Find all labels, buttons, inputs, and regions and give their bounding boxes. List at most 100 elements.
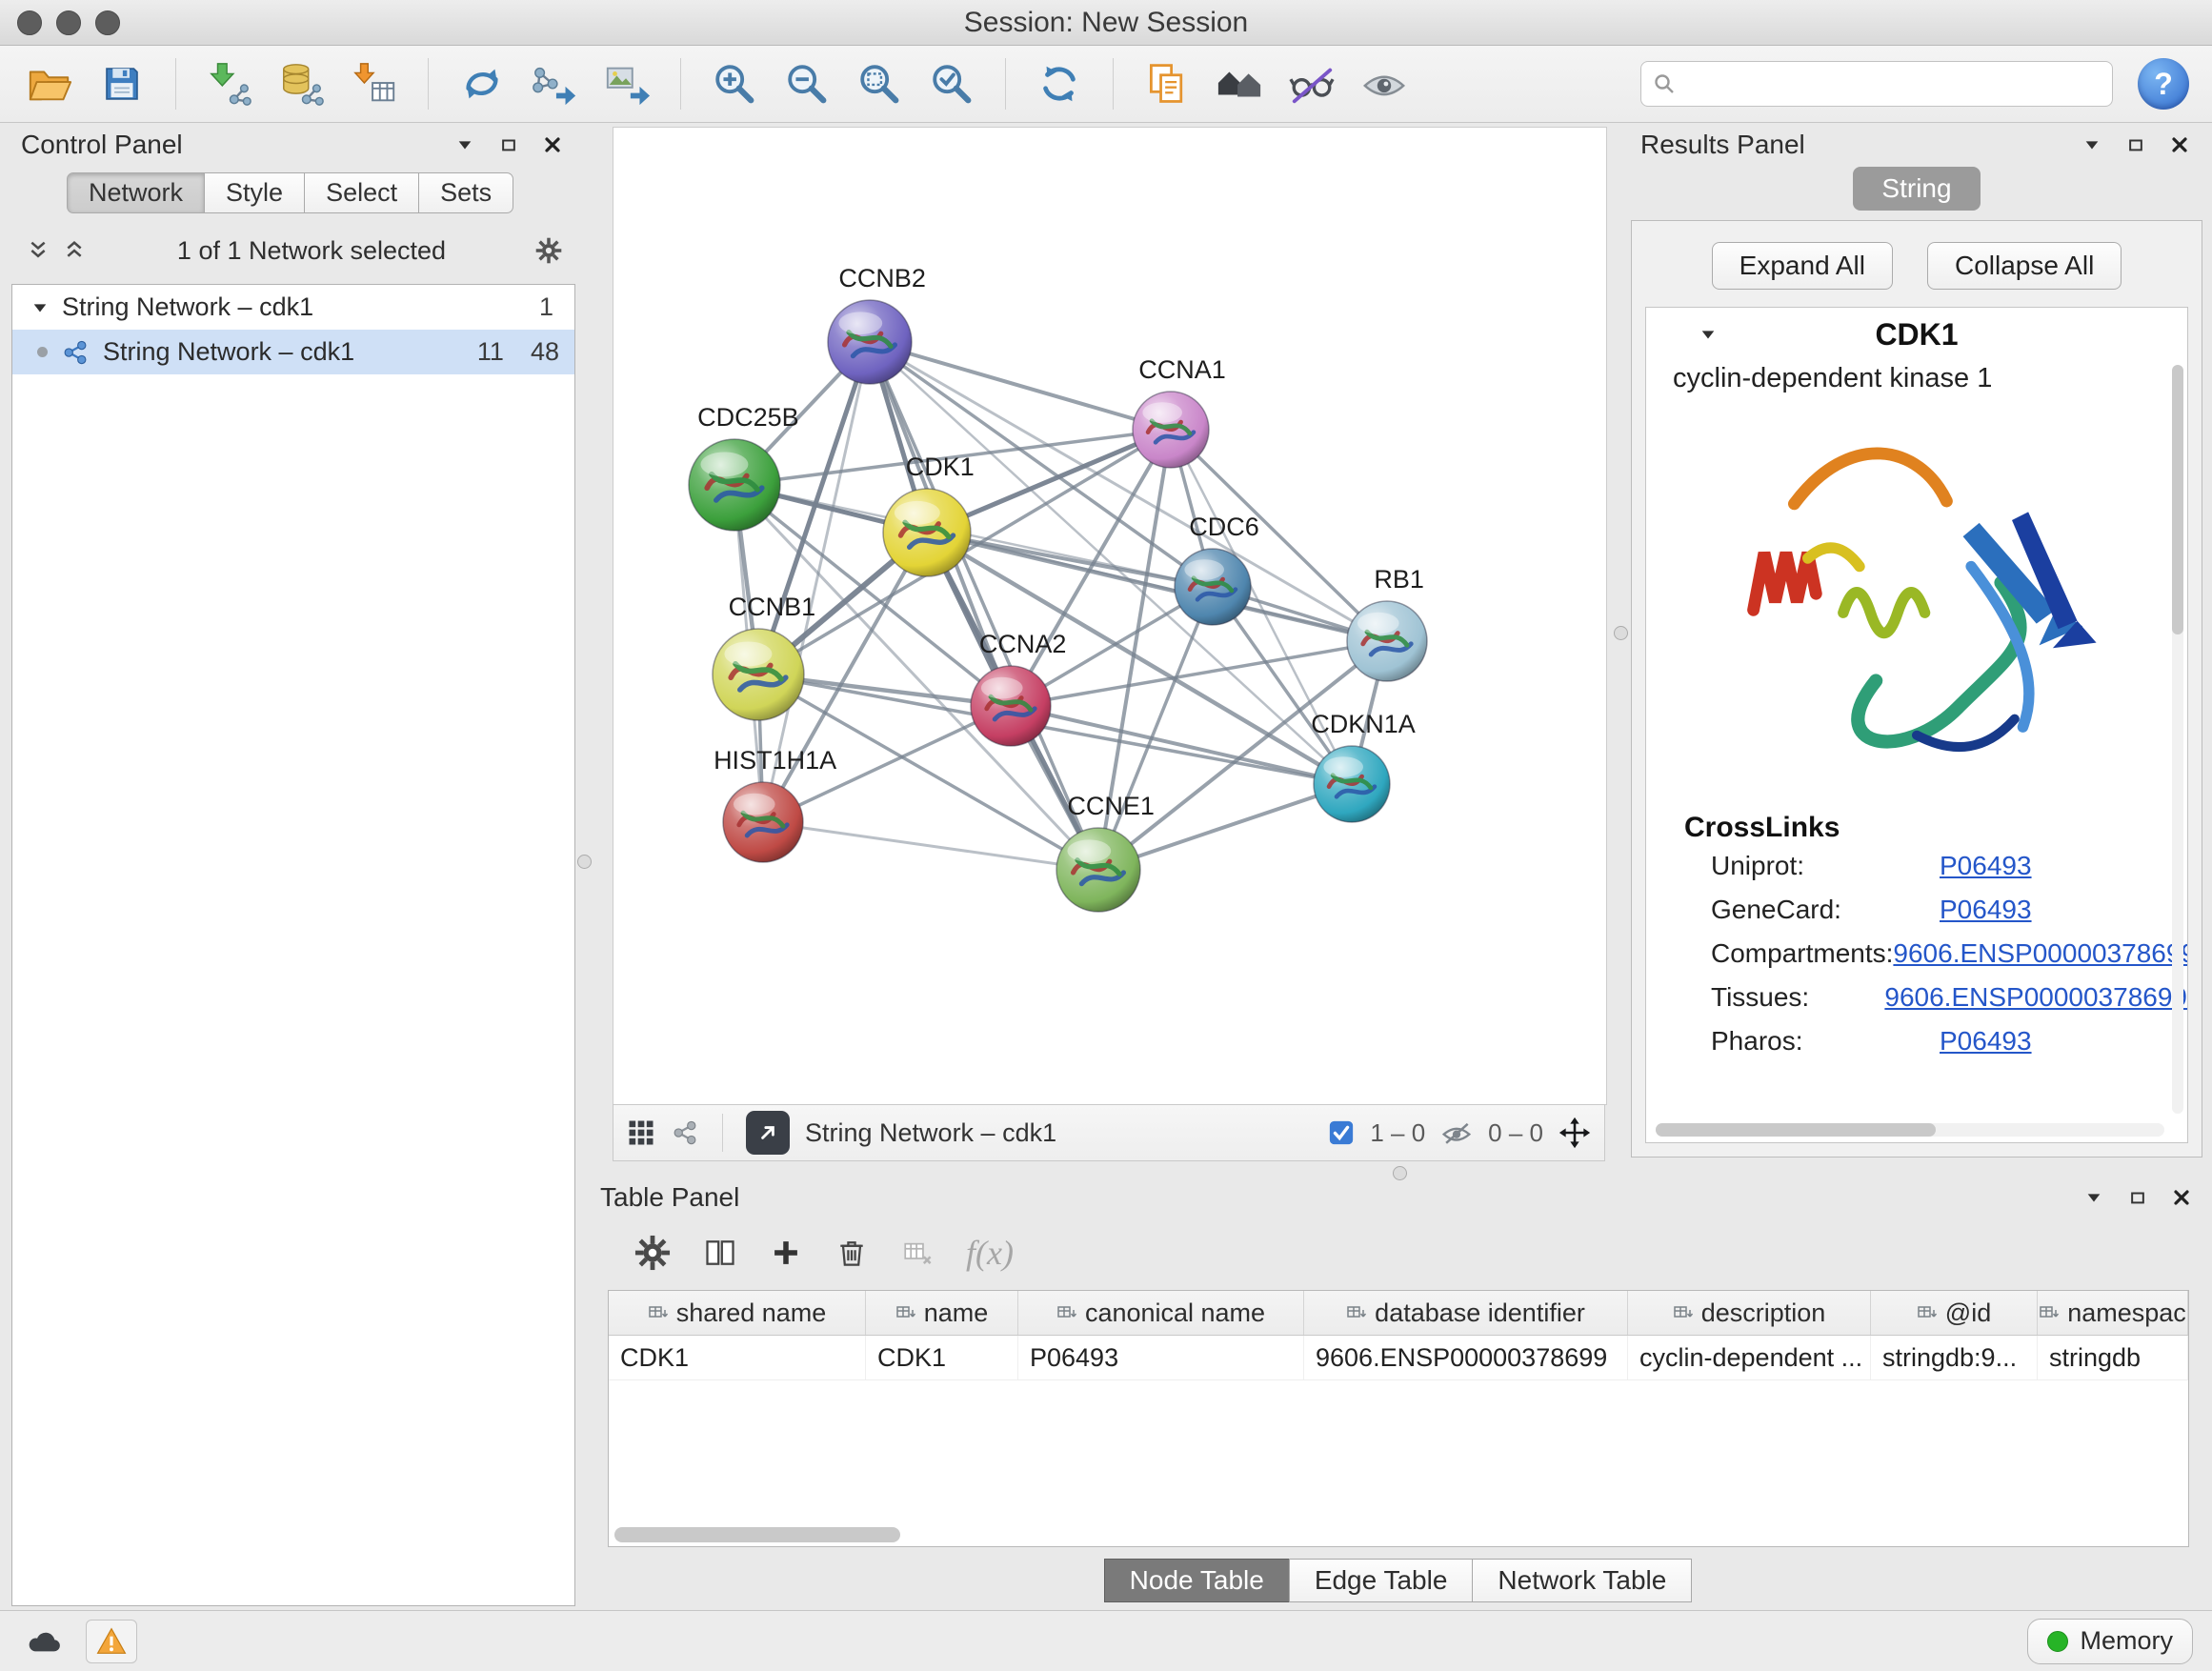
zoom-in-button[interactable] — [708, 57, 761, 111]
tab-node-table[interactable]: Node Table — [1104, 1559, 1290, 1602]
refresh-view-button[interactable] — [1033, 57, 1086, 111]
split-panel-button[interactable] — [703, 1236, 737, 1270]
splitter-handle-left[interactable] — [577, 855, 592, 869]
results-menu-icon[interactable] — [2079, 131, 2105, 158]
network-collection-row[interactable]: String Network – cdk1 1 — [12, 285, 574, 330]
results-float-icon[interactable] — [2122, 131, 2149, 158]
table-cell: cyclin-dependent ... — [1628, 1336, 1871, 1379]
panel-menu-icon[interactable] — [452, 131, 478, 158]
delete-entry-button[interactable] — [835, 1236, 869, 1270]
protein-disclosure-icon[interactable] — [1699, 326, 1717, 343]
crosslink-value-link[interactable]: 9606.ENSP00000378699 — [1893, 938, 2188, 969]
column-header-shared-name[interactable]: shared name — [609, 1291, 866, 1335]
warnings-button[interactable] — [86, 1620, 137, 1663]
collection-count: 1 — [539, 292, 553, 322]
network-canvas[interactable]: CCNB2CCNA1CDC25BCDK1CDC6RB1CCNB1CCNA2CDK… — [613, 128, 1606, 1104]
network-node-CDKN1A[interactable]: CDKN1A — [1311, 710, 1416, 822]
collapse-all-icon[interactable] — [25, 237, 51, 264]
cloud-status-button[interactable] — [19, 1621, 69, 1662]
network-node-CCNE1[interactable]: CCNE1 — [1056, 792, 1155, 912]
crosslink-row: Uniprot:P06493 — [1646, 844, 2187, 888]
crosslink-value-link[interactable]: P06493 — [1940, 895, 2032, 925]
delete-table-button[interactable] — [901, 1237, 934, 1269]
selected-count-label: 1 – 0 — [1370, 1118, 1425, 1148]
table-row[interactable]: CDK1CDK1P064939606.ENSP00000378699cyclin… — [609, 1336, 2188, 1380]
new-network-button[interactable] — [455, 57, 509, 111]
crosslink-value-link[interactable]: P06493 — [1940, 1026, 2032, 1057]
import-table-from-file-button[interactable] — [348, 57, 401, 111]
apply-function-button[interactable]: f(x) — [966, 1233, 1014, 1273]
tab-string[interactable]: String — [1853, 167, 1980, 211]
tab-sets[interactable]: Sets — [418, 172, 513, 213]
tab-network[interactable]: Network — [67, 172, 205, 213]
network-node-CDK1[interactable]: CDK1 — [883, 453, 975, 576]
help-button[interactable]: ? — [2138, 58, 2189, 110]
search-box[interactable] — [1640, 61, 2113, 107]
column-header-namespac[interactable]: namespac — [2038, 1291, 2188, 1335]
selected-count-checkbox[interactable] — [1328, 1119, 1355, 1146]
zoom-out-button[interactable] — [780, 57, 834, 111]
results-close-icon[interactable] — [2166, 131, 2193, 158]
network-edges[interactable] — [734, 342, 1387, 870]
zoom-selected-button[interactable] — [925, 57, 978, 111]
expand-all-button[interactable]: Expand All — [1712, 242, 1893, 290]
hidden-count-icon[interactable] — [1440, 1118, 1473, 1147]
collapse-all-button[interactable]: Collapse All — [1927, 242, 2122, 290]
tab-select[interactable]: Select — [304, 172, 419, 213]
column-header-canonical-name[interactable]: canonical name — [1018, 1291, 1304, 1335]
import-network-from-database-button[interactable] — [275, 57, 329, 111]
add-entry-button[interactable] — [770, 1237, 802, 1269]
move-tool-icon[interactable] — [1558, 1117, 1591, 1149]
panel-float-icon[interactable] — [495, 131, 522, 158]
splitter-handle-right[interactable] — [1614, 626, 1628, 640]
table-horizontal-scrollbar[interactable] — [614, 1527, 900, 1542]
table-settings-button[interactable] — [634, 1235, 671, 1271]
column-header-name[interactable]: name — [866, 1291, 1018, 1335]
status-bar: Memory — [0, 1610, 2212, 1671]
tab-style[interactable]: Style — [204, 172, 305, 213]
tab-network-table[interactable]: Network Table — [1472, 1559, 1692, 1602]
panel-close-icon[interactable] — [539, 131, 566, 158]
birds-eye-view-icon[interactable] — [671, 1118, 699, 1147]
open-session-button[interactable] — [23, 57, 76, 111]
detach-view-button[interactable] — [746, 1111, 790, 1155]
splitter-handle-bottom[interactable] — [1393, 1166, 1407, 1180]
show-all-button[interactable] — [1357, 57, 1411, 111]
tab-edge-table[interactable]: Edge Table — [1289, 1559, 1474, 1602]
column-header-description[interactable]: description — [1628, 1291, 1871, 1335]
hide-selected-button[interactable] — [1285, 57, 1338, 111]
collection-disclosure-icon[interactable] — [31, 299, 49, 316]
import-network-from-file-button[interactable] — [203, 57, 256, 111]
network-options-gear-icon[interactable] — [535, 237, 562, 264]
network-node-CCNB1[interactable]: CCNB1 — [713, 593, 815, 720]
save-session-button[interactable] — [95, 57, 149, 111]
network-node-HIST1H1A[interactable]: HIST1H1A — [714, 746, 836, 862]
export-image-button[interactable] — [600, 57, 654, 111]
crosslink-value-link[interactable]: P06493 — [1940, 851, 2032, 881]
table-menu-icon[interactable] — [2081, 1184, 2107, 1211]
network-node-CDC25B[interactable]: CDC25B — [689, 403, 799, 531]
column-header--id[interactable]: @id — [1871, 1291, 2038, 1335]
network-node-CCNA1[interactable]: CCNA1 — [1133, 355, 1226, 468]
results-vertical-scrollbar[interactable] — [2172, 365, 2183, 1114]
column-header-database-identifier[interactable]: database identifier — [1304, 1291, 1628, 1335]
search-input[interactable] — [1683, 69, 2101, 100]
grid-view-icon[interactable] — [627, 1118, 655, 1147]
table-close-icon[interactable] — [2168, 1184, 2195, 1211]
search-icon — [1653, 72, 1676, 95]
network-view[interactable]: CCNB2CCNA1CDC25BCDK1CDC6RB1CCNB1CCNA2CDK… — [613, 127, 1607, 1105]
first-neighbors-button[interactable] — [1213, 57, 1266, 111]
table-float-icon[interactable] — [2124, 1184, 2151, 1211]
clone-network-button[interactable] — [1140, 57, 1194, 111]
protein-section-header[interactable]: CDK1 — [1646, 308, 2187, 361]
zoom-fit-button[interactable] — [853, 57, 906, 111]
column-header-icon — [1917, 1303, 1938, 1322]
expand-all-icon[interactable] — [61, 237, 88, 264]
results-horizontal-scrollbar[interactable] — [1656, 1123, 2164, 1137]
crosslink-value-link[interactable]: 9606.ENSP00000378699 — [1884, 982, 2187, 1013]
network-node-RB1[interactable]: RB1 — [1347, 565, 1427, 681]
network-row-selected[interactable]: String Network – cdk1 11 48 — [12, 330, 574, 374]
memory-button[interactable]: Memory — [2027, 1619, 2193, 1664]
table-panel: Table Panel f(x) shared namenamecanonica… — [591, 1179, 2204, 1608]
export-network-button[interactable] — [528, 57, 581, 111]
